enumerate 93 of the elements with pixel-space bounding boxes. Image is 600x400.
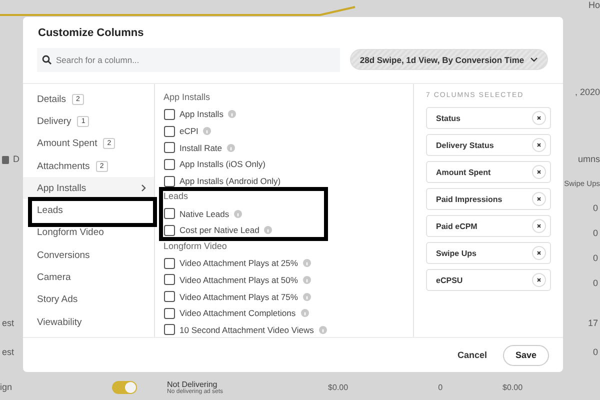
category-item[interactable]: App Installs <box>23 177 154 200</box>
checkbox[interactable] <box>164 308 174 319</box>
column-name: eCPSU <box>436 276 463 284</box>
remove-icon[interactable] <box>532 111 546 125</box>
category-label: Amount Spent <box>37 138 98 150</box>
option-label: Cost per Native Lead <box>180 225 260 236</box>
category-label: Longform Video <box>37 227 104 238</box>
checkbox[interactable] <box>164 324 174 336</box>
remove-icon[interactable] <box>532 138 546 152</box>
table-cell: $0.00 <box>328 382 348 392</box>
selected-column-chip[interactable]: Paid Impressions <box>426 188 551 210</box>
checkbox[interactable] <box>164 274 174 286</box>
option-label: Video Attachment Plays at 75% <box>180 292 298 302</box>
column-header: D <box>13 154 20 164</box>
category-label: Details <box>37 94 66 105</box>
status-text: Not Delivering <box>167 380 218 388</box>
category-label: Story Ads <box>37 294 78 306</box>
section-heading: App Installs <box>164 91 212 104</box>
table-cell: 0 <box>592 347 598 357</box>
checkbox[interactable] <box>164 126 174 137</box>
category-item[interactable]: Longform Video <box>23 222 154 244</box>
checkbox[interactable] <box>164 291 174 302</box>
option-label: App Installs (iOS Only) <box>180 159 266 170</box>
date-text: , 2020 <box>574 87 600 97</box>
search-field[interactable]: Search for a column... <box>37 48 340 72</box>
section-heading: Longform Video <box>164 240 228 253</box>
selected-column-chip[interactable]: Delivery Status <box>426 134 551 156</box>
selected-column-chip[interactable]: Paid eCPM <box>426 215 551 237</box>
column-name: Swipe Ups <box>436 248 476 258</box>
category-item[interactable]: Leads <box>23 199 154 222</box>
option-label: Video Attachment Plays at 50% <box>180 274 298 285</box>
option-label: Native Leads <box>180 208 230 219</box>
column-name: Status <box>436 114 460 122</box>
category-label: Viewability <box>37 316 82 328</box>
chevron-right-icon <box>140 184 146 192</box>
checkbox[interactable] <box>164 158 174 170</box>
header-text: Ho <box>588 0 600 10</box>
cancel-button[interactable]: Cancel <box>451 349 493 361</box>
option-label: 10 Second Attachment Video Views <box>180 324 314 335</box>
table-cell: 0 <box>438 382 443 392</box>
search-icon <box>42 55 52 65</box>
checkbox[interactable] <box>164 224 174 236</box>
selected-column-chip[interactable]: Swipe Ups <box>426 242 551 264</box>
table-cell: $0.00 <box>502 382 523 392</box>
dialog-title: Customize Columns <box>37 26 145 41</box>
column-name: Amount Spent <box>436 168 491 176</box>
campaign-name: est <box>2 318 14 328</box>
chevron-down-icon <box>530 57 538 62</box>
selected-column-chip[interactable]: Amount Spent <box>426 161 551 183</box>
table-cell: 17 <box>588 318 598 328</box>
option-label: Install Rate <box>180 142 222 153</box>
save-button[interactable]: Save <box>503 344 549 366</box>
checkbox[interactable] <box>164 258 174 269</box>
remove-icon[interactable] <box>532 273 546 287</box>
option-label: App Installs (Android Only) <box>180 176 281 186</box>
remove-icon[interactable] <box>532 219 546 233</box>
remove-icon[interactable] <box>532 165 546 179</box>
category-label: Conversions <box>37 250 90 261</box>
table-cell: 0 <box>592 228 598 238</box>
table-cell: 0 <box>592 253 598 263</box>
campaign-name: ign <box>0 382 12 392</box>
category-label: Leads <box>37 205 63 216</box>
remove-icon[interactable] <box>532 246 546 260</box>
category-label: Attachments <box>37 160 90 172</box>
column-name: Paid Impressions <box>436 194 502 204</box>
table-cell: 0 <box>592 203 598 213</box>
option-label: eCPI <box>180 126 198 136</box>
column-name: Paid eCPM <box>436 222 478 230</box>
category-label: Camera <box>37 272 71 284</box>
campaign-name: est <box>2 347 14 357</box>
column-name: Delivery Status <box>436 140 494 150</box>
table-cell: 0 <box>592 278 598 288</box>
category-item[interactable]: Story Ads <box>23 288 154 311</box>
selected-column-chip[interactable]: eCPSU <box>426 269 551 291</box>
checkbox[interactable] <box>164 142 174 154</box>
option-label: App Installs <box>180 109 224 120</box>
category-label: Delivery <box>37 116 72 127</box>
selected-column-chip[interactable]: Status <box>426 107 551 129</box>
checkbox[interactable] <box>164 176 174 187</box>
trash-icon[interactable] <box>2 154 9 164</box>
option-label: Video Attachment Plays at 25% <box>180 258 298 268</box>
toggle-switch[interactable] <box>112 380 138 394</box>
section-heading: Leads <box>164 190 190 204</box>
checkbox[interactable] <box>164 208 174 220</box>
columns-button[interactable]: umns <box>578 154 600 164</box>
category-label: App Installs <box>37 182 86 194</box>
category-item[interactable]: Viewability <box>23 310 154 334</box>
option-label: Video Attachment Completions <box>180 308 296 318</box>
attribution-dropdown[interactable]: 28d Swipe, 1d View, By Conversion Time <box>350 49 548 70</box>
remove-icon[interactable] <box>532 192 546 206</box>
checkbox[interactable] <box>164 108 174 120</box>
category-item[interactable]: Camera <box>23 266 154 289</box>
category-item[interactable]: Conversions <box>23 244 154 266</box>
